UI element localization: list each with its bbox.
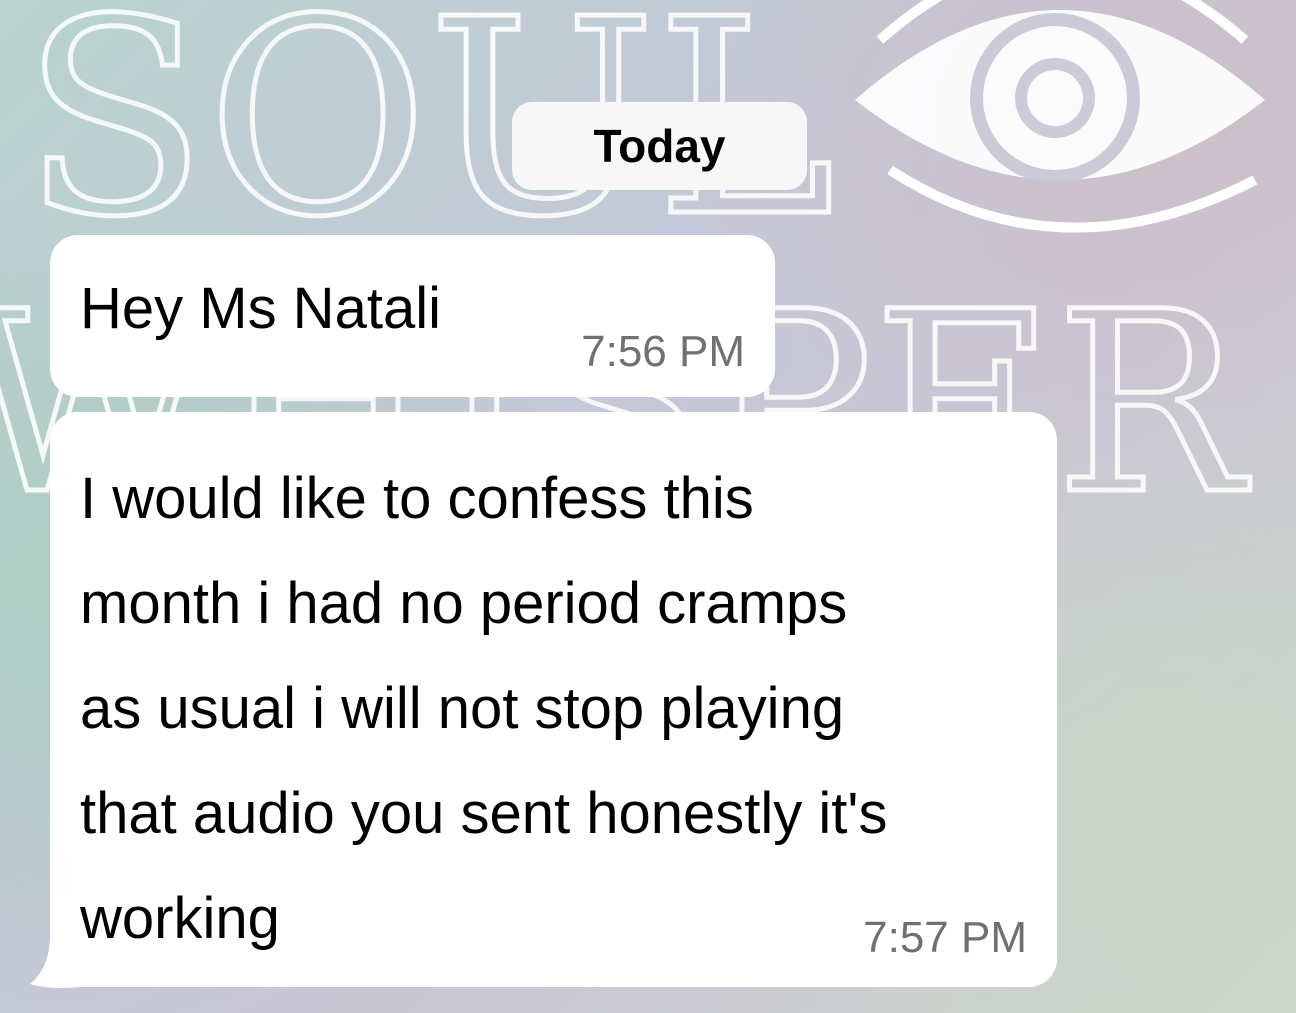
date-separator: Today xyxy=(512,102,807,190)
eye-icon xyxy=(855,0,1265,233)
message-timestamp: 7:56 PM xyxy=(581,327,745,376)
message-text: Hey Ms Natali xyxy=(80,276,441,341)
bubble-tail-icon xyxy=(30,940,80,988)
message-bubble[interactable]: Hey Ms Natali 7:56 PM xyxy=(50,235,775,397)
message-text: I would like to confess this month i had… xyxy=(80,466,888,951)
message-bubble[interactable]: I would like to confess this month i had… xyxy=(50,412,1057,987)
message-timestamp: 7:57 PM xyxy=(863,913,1027,962)
